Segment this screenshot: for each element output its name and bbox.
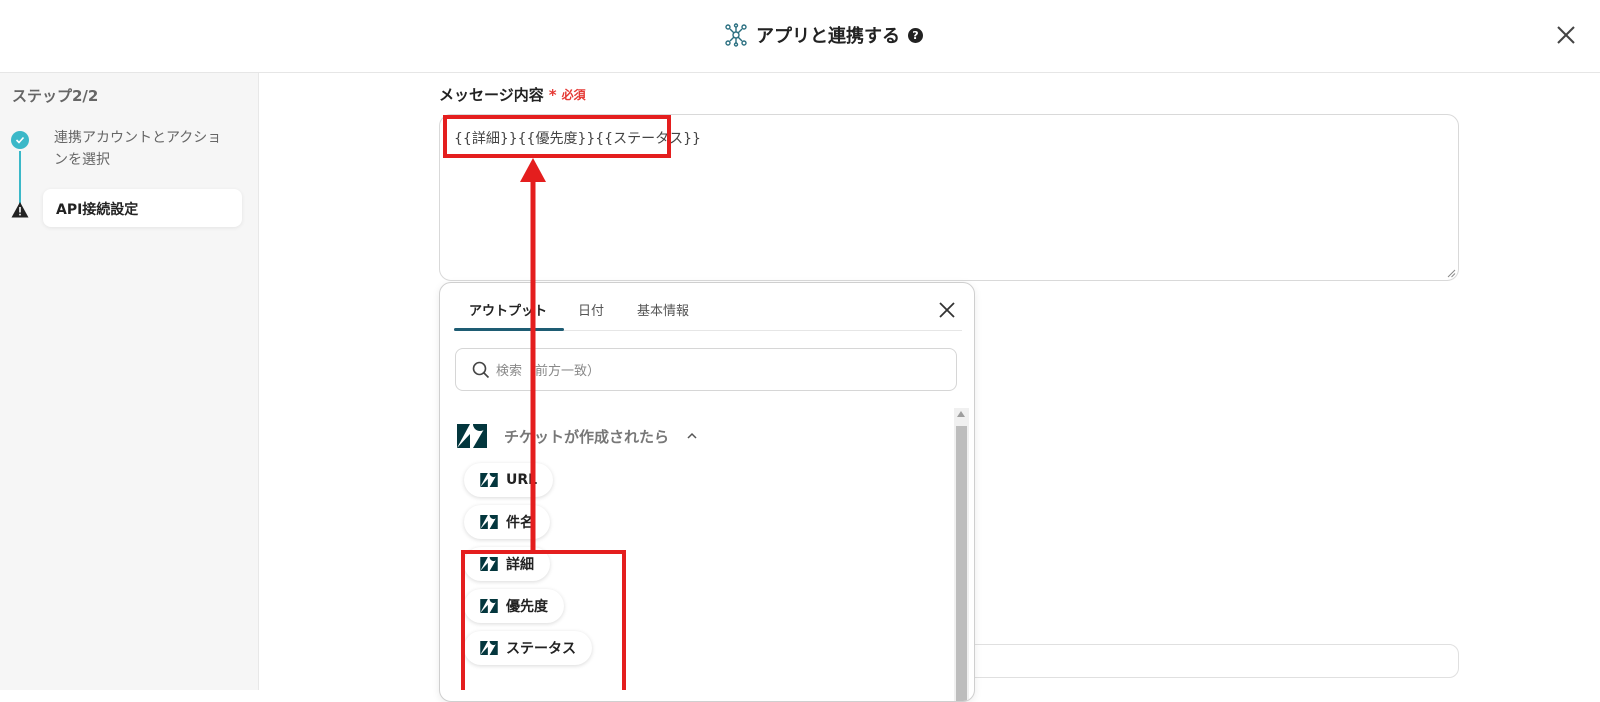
required-asterisk: * [548, 85, 557, 104]
header-title-group: アプリと連携する ? [724, 18, 923, 52]
close-icon[interactable] [1553, 22, 1579, 48]
message-field-label: メッセージ内容 [439, 86, 544, 104]
close-icon[interactable] [937, 300, 957, 320]
scrollbar-thumb[interactable] [956, 426, 967, 701]
step-2-item[interactable]: API接続設定 [43, 189, 242, 227]
network-icon [725, 23, 747, 47]
message-field-label-group: メッセージ内容 * 必須 [439, 84, 586, 105]
zendesk-logo-icon [480, 515, 498, 529]
question-circle-icon[interactable]: ? [908, 27, 923, 43]
tab-basic-info[interactable]: 基本情報 [637, 300, 689, 319]
search-placeholder: 検索（前方一致） [496, 364, 601, 379]
output-chip-label: 件名 [506, 515, 534, 531]
header-title: アプリと連携する [756, 26, 900, 47]
chevron-up-icon[interactable] [686, 430, 698, 442]
next-field-input[interactable] [960, 644, 1459, 678]
search-icon [472, 361, 490, 378]
annotation-highlight-chips [461, 550, 626, 690]
output-group-header[interactable]: チケットが作成されたら [457, 424, 698, 448]
required-text: 必須 [561, 88, 586, 102]
search-input[interactable]: 検索（前方一致） [455, 348, 957, 391]
tab-output[interactable]: アウトプット [469, 300, 547, 319]
step-2-label: API接続設定 [56, 202, 139, 218]
step-counter: ステップ2/2 [12, 87, 99, 105]
resize-handle-icon[interactable] [1446, 268, 1456, 278]
output-chip-url[interactable]: URL [464, 463, 554, 497]
tab-date[interactable]: 日付 [578, 300, 604, 319]
panel-tabs: アウトプット 日付 基本情報 [454, 283, 962, 331]
step-sidebar: ステップ2/2 連携アカウントとアクションを選択 API接続設定 [0, 73, 259, 690]
warning-icon [11, 202, 29, 218]
zendesk-logo-icon [480, 473, 498, 487]
annotation-highlight-textarea [443, 115, 671, 158]
zendesk-logo-icon [457, 424, 487, 448]
active-tab-indicator [454, 328, 564, 331]
step-1-label[interactable]: 連携アカウントとアクションを選択 [54, 127, 234, 171]
check-circle-icon [11, 131, 29, 149]
scrollbar[interactable] [954, 408, 969, 701]
output-chip-label: URL [506, 472, 538, 488]
modal-header: アプリと連携する ? [0, 0, 1600, 73]
output-group-title: チケットが作成されたら [504, 427, 670, 446]
scroll-up-icon[interactable] [957, 411, 965, 417]
output-chip-subject[interactable]: 件名 [464, 505, 550, 539]
